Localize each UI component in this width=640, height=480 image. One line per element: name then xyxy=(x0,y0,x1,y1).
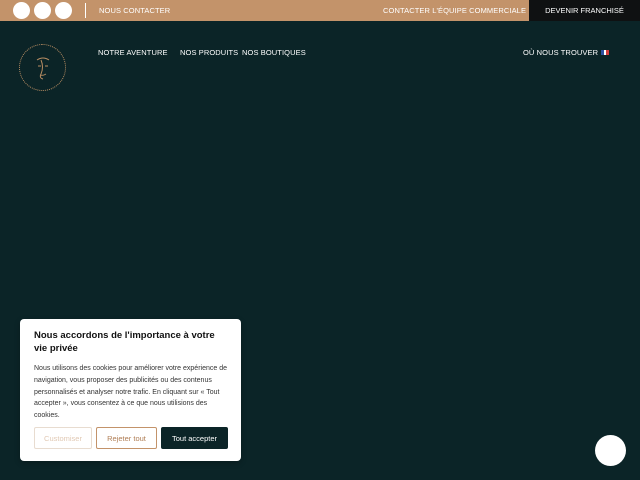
cookie-title: Nous accordons de l'importance à votre v… xyxy=(34,330,215,354)
social-icon-2[interactable] xyxy=(34,2,51,19)
nav-item-notre-aventure[interactable]: NOTRE AVENTURE xyxy=(98,48,168,57)
nav-item-nos-boutiques[interactable]: NOS BOUTIQUES xyxy=(242,48,306,57)
cookie-buttons: Customiser Rejeter tout Tout accepter xyxy=(34,427,228,449)
face-logo-icon xyxy=(36,57,50,80)
reject-all-button[interactable]: Rejeter tout xyxy=(96,427,157,449)
cookie-description: Nous utilisons des cookies pour améliore… xyxy=(34,365,227,420)
fr-flag-icon[interactable] xyxy=(601,50,610,55)
customize-button[interactable]: Customiser xyxy=(34,427,92,449)
social-icon-1[interactable] xyxy=(13,2,30,19)
brand-logo[interactable] xyxy=(19,44,66,91)
top-bar: NOUS CONTACTER CONTACTER L'ÉQUIPE COMMER… xyxy=(0,0,640,21)
topbar-divider xyxy=(85,3,86,18)
social-icon-3[interactable] xyxy=(55,2,72,19)
nav-item-nos-produits[interactable]: NOS PRODUITS xyxy=(180,48,238,57)
chat-widget-button[interactable] xyxy=(595,435,626,466)
nav-item-ou-nous-trouver[interactable]: OÙ NOUS TROUVER xyxy=(523,48,598,57)
cookie-consent-banner: Nous accordons de l'importance à votre v… xyxy=(20,319,241,461)
main-header: NOTRE AVENTURE NOS PRODUITS NOS BOUTIQUE… xyxy=(0,21,640,91)
contact-sales-team-link[interactable]: CONTACTER L'ÉQUIPE COMMERCIALE xyxy=(383,6,526,15)
social-links xyxy=(13,2,72,19)
accept-all-button[interactable]: Tout accepter xyxy=(161,427,228,449)
become-franchisee-button[interactable]: DEVENIR FRANCHISÉ xyxy=(529,0,640,21)
contact-link[interactable]: NOUS CONTACTER xyxy=(99,6,170,15)
